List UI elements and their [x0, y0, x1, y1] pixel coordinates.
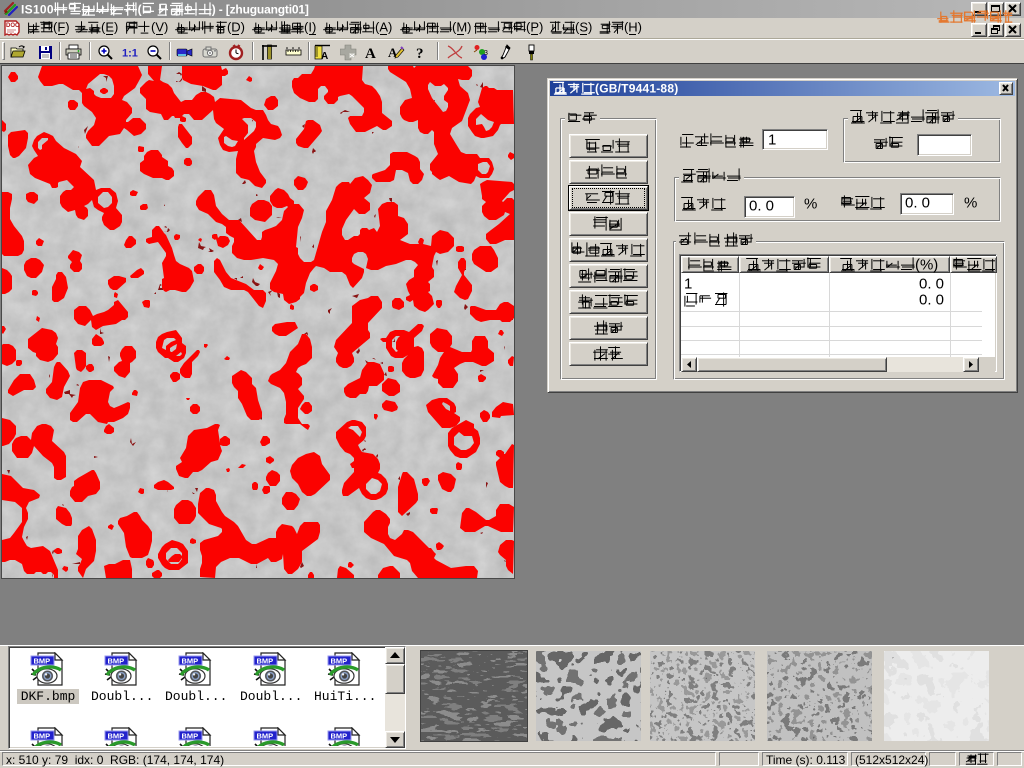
svg-text:1: 1 [768, 131, 776, 148]
svg-text:(: ( [138, 3, 142, 17]
svg-text:%: % [804, 195, 817, 212]
svg-text:(E): (E) [101, 20, 118, 35]
svg-text:3: 3 [484, 50, 488, 57]
svg-text:(%): (%) [915, 257, 938, 273]
svg-text:) - [zhuguangti01]: ) - [zhuguangti01] [212, 3, 309, 17]
svg-text:0. 0: 0. 0 [905, 194, 930, 211]
svg-text:1: 1 [684, 275, 692, 292]
svg-text:(I): (I) [304, 20, 316, 35]
svg-text:A: A [321, 51, 328, 61]
svg-text:(A): (A) [375, 20, 392, 35]
svg-text:BMP: BMP [331, 732, 348, 741]
svg-text:BMP: BMP [108, 732, 125, 741]
svg-text:(GB/T9441-88): (GB/T9441-88) [595, 82, 678, 96]
svg-text:BMP: BMP [257, 657, 274, 666]
svg-text:%: % [964, 194, 977, 211]
svg-text:0. 0: 0. 0 [919, 275, 944, 292]
svg-text:0. 0: 0. 0 [749, 197, 774, 214]
svg-text:BMP: BMP [182, 732, 199, 741]
svg-text:A: A [365, 46, 376, 61]
svg-text:BMP: BMP [257, 732, 274, 741]
svg-text:BMP: BMP [108, 657, 125, 666]
svg-text:(P): (P) [526, 20, 543, 35]
svg-text:?: ? [416, 46, 424, 61]
svg-text:(S): (S) [575, 20, 592, 35]
svg-text:(M): (M) [452, 20, 472, 35]
svg-text:(H): (H) [624, 20, 642, 35]
svg-text:BMP: BMP [34, 732, 51, 741]
svg-text:BMP: BMP [34, 657, 51, 666]
svg-text:BMP: BMP [182, 657, 199, 666]
svg-text:0. 0: 0. 0 [919, 291, 944, 308]
svg-text:BMP: BMP [331, 657, 348, 666]
svg-text:(V): (V) [151, 20, 168, 35]
svg-text:(D): (D) [227, 20, 245, 35]
svg-text:IS100: IS100 [21, 3, 54, 17]
svg-text:1:1: 1:1 [122, 48, 138, 60]
svg-text:(F): (F) [53, 20, 70, 35]
svg-text:DOC: DOC [6, 23, 20, 29]
